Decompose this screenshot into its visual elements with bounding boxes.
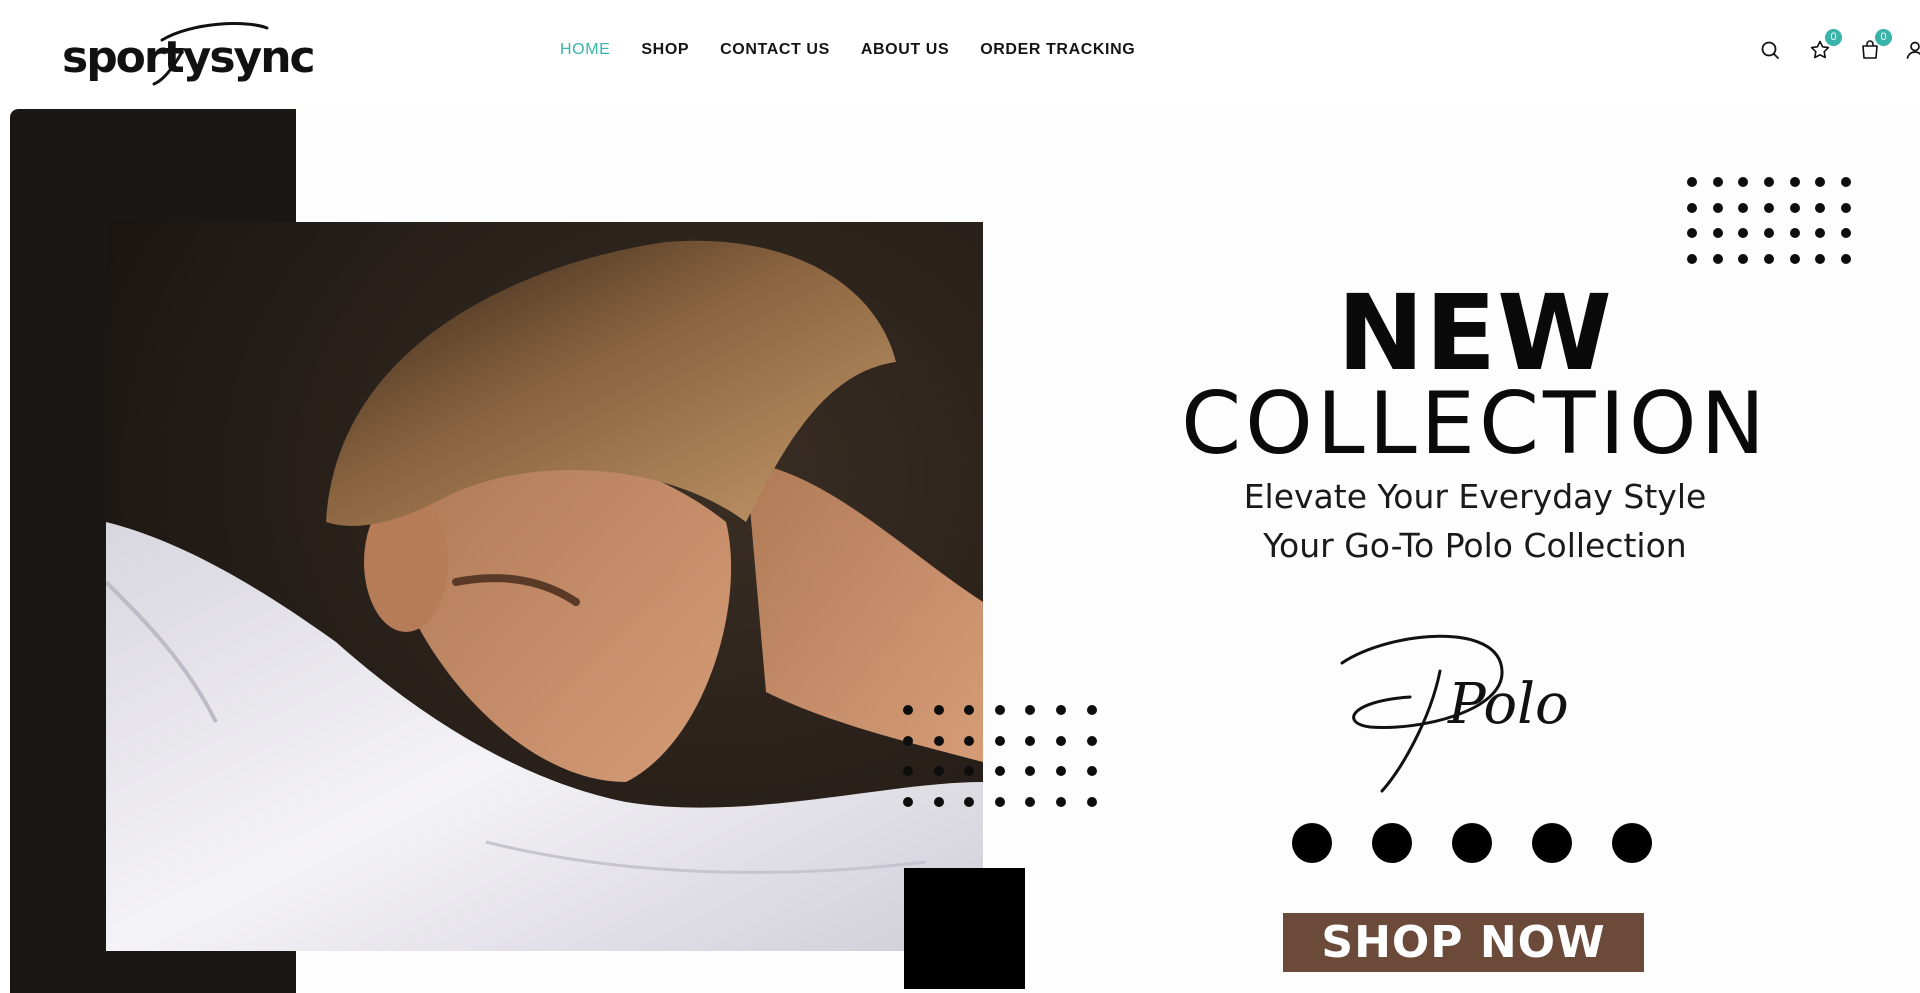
pattern-dot (1841, 254, 1852, 265)
pattern-dot (903, 766, 913, 777)
pattern-dot (933, 796, 944, 807)
shop-now-button[interactable]: SHOP NOW (1283, 913, 1644, 972)
pattern-dot (1841, 177, 1852, 187)
user-icon (1906, 41, 1920, 59)
pattern-dot (1712, 177, 1723, 187)
cart-button[interactable]: 0 (1858, 29, 1892, 62)
decorative-black-square (904, 868, 1025, 989)
header-icon-group: 0 0 (1700, 0, 1920, 100)
nav-item-contact-us[interactable]: CONTACT US (720, 38, 830, 62)
wishlist-button[interactable]: 0 (1808, 29, 1842, 62)
dot-pattern-lower (903, 705, 1097, 807)
pattern-dot (1025, 735, 1036, 746)
pattern-dot (1687, 202, 1697, 213)
pattern-dot (964, 735, 975, 746)
pattern-dot (1764, 228, 1775, 239)
pattern-dot (903, 705, 913, 715)
pattern-dot (964, 796, 975, 807)
pattern-dot (1789, 254, 1800, 265)
account-button[interactable] (1903, 38, 1920, 62)
pattern-dot (1687, 254, 1697, 265)
pattern-dot (1815, 202, 1826, 213)
hero-tagline-1: Elevate Your Everyday Style (1243, 477, 1707, 516)
pattern-dot (1712, 254, 1723, 265)
pattern-dot (1055, 735, 1066, 746)
polo-script-word: Polo (1447, 672, 1569, 737)
wishlist-count-badge: 0 (1825, 29, 1842, 46)
pattern-dot (1764, 177, 1775, 187)
search-icon (1761, 41, 1779, 59)
pattern-dot (1738, 228, 1749, 239)
pattern-dot (1841, 202, 1852, 213)
pattern-dot (933, 766, 944, 777)
large-dot (1372, 823, 1412, 863)
pattern-dot (994, 796, 1005, 807)
large-dot (1292, 823, 1332, 863)
pattern-dot (1086, 796, 1097, 807)
large-dot-row (1292, 823, 1652, 863)
pattern-dot (1789, 177, 1800, 187)
pattern-dot (933, 735, 944, 746)
pattern-dot (994, 735, 1005, 746)
model-illustration (106, 222, 983, 951)
pattern-dot (1738, 202, 1749, 213)
pattern-dot (1055, 796, 1066, 807)
polo-script-logo: Polo (1330, 631, 1570, 811)
pattern-dot (1025, 766, 1036, 777)
pattern-dot (1738, 177, 1749, 187)
pattern-dot (1738, 254, 1749, 265)
pattern-dot (903, 796, 913, 807)
pattern-dot (1025, 796, 1036, 807)
pattern-dot (1086, 735, 1097, 746)
pattern-dot (994, 766, 1005, 777)
pattern-dot (1815, 177, 1826, 187)
hero-model-photo (106, 222, 983, 951)
large-dot (1452, 823, 1492, 863)
cart-count-badge: 0 (1875, 29, 1892, 46)
nav-item-shop[interactable]: SHOP (641, 38, 689, 62)
pattern-dot (1712, 202, 1723, 213)
large-dot (1612, 823, 1652, 863)
pattern-dot (1764, 254, 1775, 265)
search-button[interactable] (1758, 38, 1782, 62)
pattern-dot (1815, 254, 1826, 265)
pattern-dot (1815, 228, 1826, 239)
pattern-dot (964, 705, 975, 715)
logo-wordmark: sportysync (62, 32, 316, 83)
hero-banner: NEW COLLECTION Elevate Your Everyday Sty… (10, 109, 1920, 993)
pattern-dot (1789, 202, 1800, 213)
pattern-dot (964, 766, 975, 777)
pattern-dot (1687, 228, 1697, 239)
pattern-dot (1086, 766, 1097, 777)
headline-new: NEW (1337, 272, 1613, 394)
nav-item-order-tracking[interactable]: ORDER TRACKING (980, 38, 1135, 62)
nav-item-home[interactable]: HOME (560, 38, 610, 62)
headline-collection: COLLECTION (1181, 374, 1769, 474)
pattern-dot (1789, 228, 1800, 239)
brand-logo[interactable]: sportysync (62, 18, 316, 88)
pattern-dot (1764, 202, 1775, 213)
pattern-dot (1687, 177, 1697, 187)
main-navigation: HOME SHOP CONTACT US ABOUT US ORDER TRAC… (560, 38, 1135, 62)
pattern-dot (1055, 766, 1066, 777)
pattern-dot (903, 735, 913, 746)
nav-item-about-us[interactable]: ABOUT US (861, 38, 949, 62)
pattern-dot (1712, 228, 1723, 239)
pattern-dot (994, 705, 1005, 715)
site-header: sportysync HOME SHOP CONTACT US ABOUT US… (0, 0, 1920, 100)
dot-pattern-top-right (1687, 177, 1852, 265)
large-dot (1532, 823, 1572, 863)
pattern-dot (933, 705, 944, 715)
pattern-dot (1086, 705, 1097, 715)
pattern-dot (1025, 705, 1036, 715)
pattern-dot (1055, 705, 1066, 715)
hero-tagline-2: Your Go-To Polo Collection (1263, 526, 1687, 565)
pattern-dot (1841, 228, 1852, 239)
